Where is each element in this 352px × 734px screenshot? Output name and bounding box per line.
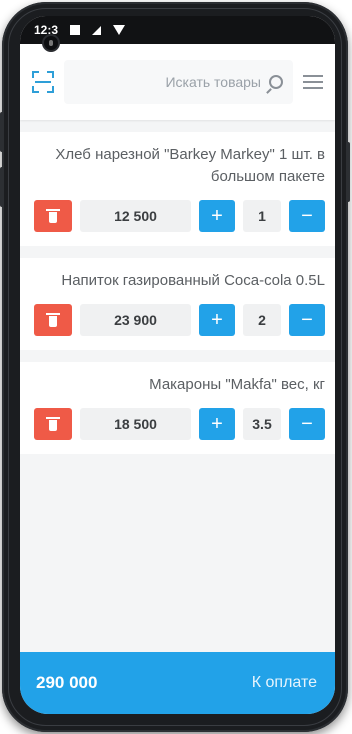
item-title: Макароны "Makfa" вес, кг	[149, 376, 325, 393]
item-quantity[interactable]: 1	[243, 200, 281, 232]
barcode-scan-icon[interactable]	[32, 71, 54, 93]
trash-icon	[46, 209, 60, 223]
cart-item: Напиток газированный Coca-cola 0.5L 23 9…	[20, 258, 335, 350]
item-controls: 23 900 + 2 −	[34, 304, 325, 336]
trash-icon	[46, 313, 60, 327]
item-controls: 18 500 + 3.5 −	[34, 408, 325, 440]
item-quantity[interactable]: 2	[243, 304, 281, 336]
cart-item: Макароны "Makfa" вес, кг 18 500 + 3.5 −	[20, 362, 335, 454]
item-price: 12 500	[80, 200, 191, 232]
checkout-bar[interactable]: 290 000 К оплате	[20, 652, 335, 714]
wifi-icon	[113, 25, 126, 35]
increase-button[interactable]: +	[199, 200, 235, 232]
cart-item: Хлеб нарезной "Barkey Markey" 1 шт. в бо…	[20, 132, 335, 246]
volume-button	[0, 112, 4, 152]
signal-icon	[92, 25, 102, 35]
phone-frame: 12:3 Искать товары Хлеб нарезной "Barkey…	[0, 2, 350, 732]
item-controls: 12 500 + 1 −	[34, 200, 325, 232]
item-price: 23 900	[80, 304, 191, 336]
menu-icon[interactable]	[303, 75, 323, 89]
increase-button[interactable]: +	[199, 408, 235, 440]
app-header: Искать товары	[20, 44, 335, 120]
delete-button[interactable]	[34, 408, 72, 440]
delete-button[interactable]	[34, 304, 72, 336]
item-title: Напиток газированный Coca-cola 0.5L	[61, 272, 325, 289]
item-title: Хлеб нарезной "Barkey Markey" 1 шт. в бо…	[55, 146, 325, 185]
item-price: 18 500	[80, 408, 191, 440]
decrease-button[interactable]: −	[289, 304, 325, 336]
power-button	[346, 142, 350, 202]
search-icon	[269, 75, 283, 89]
decrease-button[interactable]: −	[289, 200, 325, 232]
app-screen: 12:3 Искать товары Хлеб нарезной "Barkey…	[20, 16, 335, 714]
front-camera	[42, 34, 60, 52]
volume-button	[0, 167, 4, 207]
item-quantity[interactable]: 3.5	[243, 408, 281, 440]
trash-icon	[46, 417, 60, 431]
decrease-button[interactable]: −	[289, 408, 325, 440]
total-amount: 290 000	[36, 673, 98, 692]
search-input[interactable]: Искать товары	[64, 60, 293, 104]
increase-button[interactable]: +	[199, 304, 235, 336]
status-bar: 12:3	[20, 16, 335, 44]
pay-label: К оплате	[251, 674, 317, 691]
delete-button[interactable]	[34, 200, 72, 232]
battery-icon	[70, 25, 81, 35]
search-placeholder: Искать товары	[165, 74, 261, 90]
cart-list: Хлеб нарезной "Barkey Markey" 1 шт. в бо…	[20, 120, 335, 454]
